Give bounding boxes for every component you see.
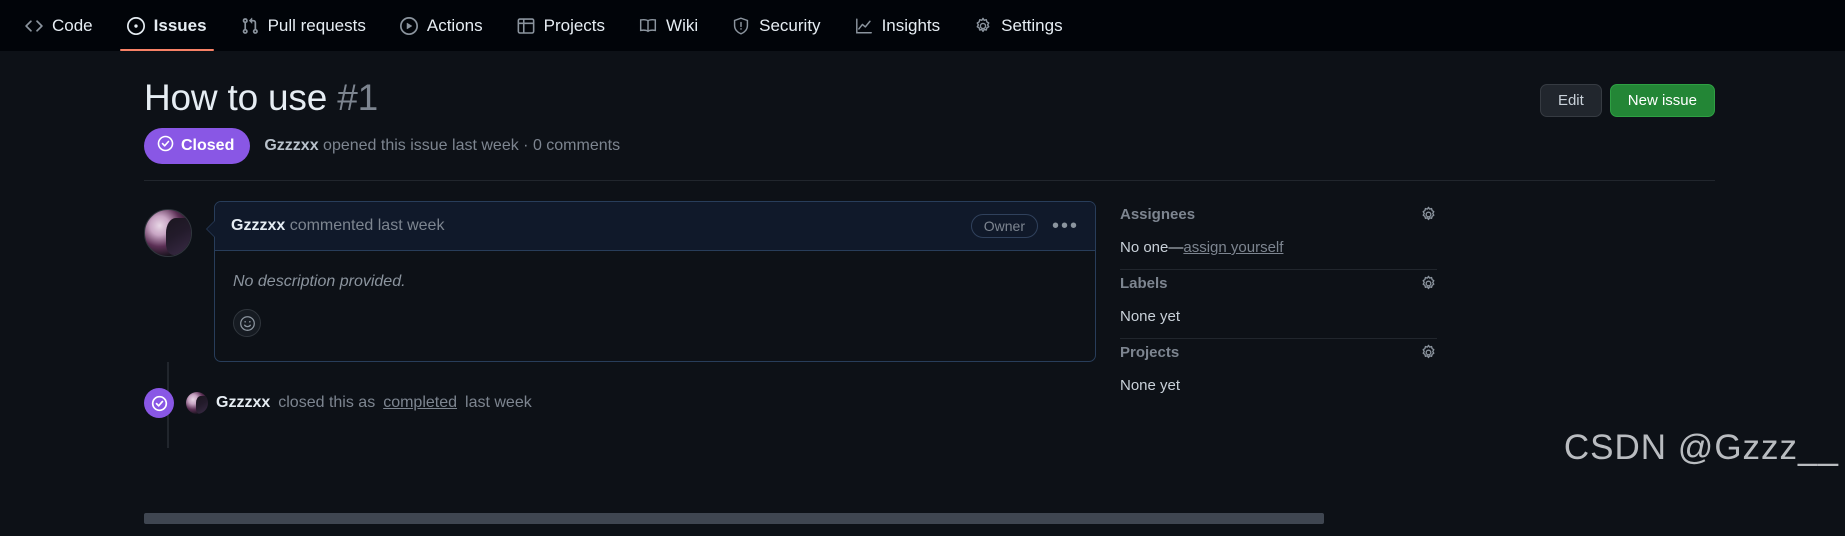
comment-body: No description provided. [215,251,1095,361]
issue-content: How to use #1 Edit New issue Closed Gzzz… [0,51,1845,536]
nav-item-label: Pull requests [267,15,366,35]
comment-action: commented last week [289,217,445,234]
nav-item-actions[interactable]: Actions [385,0,498,51]
sidebar-section-assignees: Assignees No one—assign yourself [1120,201,1437,269]
assignees-none-text: No one— [1120,239,1184,256]
nav-item-label: Code [52,15,93,35]
issue-title-text: How to use [144,77,328,118]
smiley-icon[interactable] [233,309,261,337]
title-actions: Edit New issue [1539,84,1715,117]
nav-item-label: Security [759,15,821,35]
play-icon [399,16,418,35]
nav-item-label: Actions [426,15,483,35]
comment-thread: Gzzzxx commented last week Owner ••• No … [144,201,1096,362]
graph-icon [855,17,873,35]
issue-sidebar: Assignees No one—assign yourself Labels [1120,201,1437,407]
page-title: How to use #1 [144,76,378,120]
sidebar-section-projects: Projects None yet [1120,339,1437,407]
owner-badge: Owner [970,214,1038,238]
code-icon [25,17,43,35]
status-badge-label: Closed [181,137,235,154]
comment-text: No description provided. [233,273,406,290]
new-issue-button[interactable]: New issue [1609,84,1715,117]
gear-icon[interactable] [1420,275,1437,292]
issue-closed-icon [157,135,174,157]
timeline-completed-link[interactable]: completed [383,394,457,412]
nav-item-projects[interactable]: Projects [502,0,620,51]
nav-item-wiki[interactable]: Wiki [624,0,713,51]
timeline-text-after: last week [465,394,532,411]
issue-state-row: Closed Gzzzxx opened this issue last wee… [144,128,620,164]
issue-number: #1 [337,77,378,118]
issue-meta: Gzzzxx opened this issue last week · 0 c… [264,137,620,155]
header-divider [144,180,1715,181]
gear-icon[interactable] [1420,206,1437,223]
horizontal-scrollbar[interactable] [144,513,1324,524]
comment-header-actions: Owner ••• [970,214,1079,238]
nav-item-code[interactable]: Code [10,0,108,51]
github-issue-page: Code Issues Pull requests Actions Projec [0,0,1845,536]
timeline-author: Gzzzxx [216,394,271,411]
sidebar-assignees-value: No one—assign yourself [1120,239,1437,256]
nav-item-label: Insights [881,15,941,35]
comment-box: Gzzzxx commented last week Owner ••• No … [206,201,1096,362]
nav-item-label: Settings [1001,15,1063,35]
issue-meta-rest: opened this issue last week · 0 comments [323,137,621,154]
sidebar-section-labels: Labels None yet [1120,270,1437,338]
status-badge[interactable]: Closed [144,128,251,164]
sidebar-projects-value: None yet [1120,377,1181,394]
sidebar-labels-value: None yet [1120,308,1181,325]
nav-item-insights[interactable]: Insights [840,0,956,51]
sidebar-section-title: Assignees [1120,206,1196,223]
git-pull-request-icon [241,17,259,35]
sidebar-section-header: Labels [1120,275,1437,292]
watermark: CSDN @Gzzz__ [1563,428,1839,467]
issue-author: Gzzzxx [264,137,319,154]
nav-item-settings[interactable]: Settings [959,0,1077,51]
timeline-event-closed: Gzzzxx closed this as completed last wee… [144,388,1096,418]
nav-item-security[interactable]: Security [717,0,835,51]
book-icon [639,17,657,35]
issue-main-column: Gzzzxx commented last week Owner ••• No … [144,201,1096,448]
nav-item-issues[interactable]: Issues [112,0,222,51]
table-icon [517,17,535,35]
comment-menu-button[interactable]: ••• [1052,216,1079,236]
shield-icon [732,16,750,35]
comment-author-line: Gzzzxx commented last week [231,217,444,235]
sidebar-section-header: Assignees [1120,206,1437,223]
comment-header: Gzzzxx commented last week Owner ••• [215,202,1095,251]
sidebar-section-title: Projects [1120,344,1180,361]
scrollbar-thumb[interactable] [144,513,1324,524]
gear-icon[interactable] [1420,344,1437,361]
gear-icon [974,17,992,35]
issue-opened-icon [126,16,145,35]
sidebar-section-header: Projects [1120,344,1437,361]
nav-item-label: Issues [153,15,207,35]
repository-nav: Code Issues Pull requests Actions Projec [0,0,1845,51]
nav-item-label: Projects [543,15,606,35]
avatar[interactable] [186,392,208,414]
comment-author: Gzzzxx [231,217,286,234]
assign-yourself-link[interactable]: assign yourself [1183,239,1283,256]
check-circle-icon [144,388,174,418]
nav-item-label: Wiki [666,15,699,35]
timeline-text-before: closed this as [278,394,376,411]
sidebar-section-title: Labels [1120,275,1168,292]
edit-button[interactable]: Edit [1539,84,1602,117]
nav-item-pull-requests[interactable]: Pull requests [226,0,381,51]
issue-timeline: Gzzzxx closed this as completed last wee… [144,362,1096,448]
timeline-event-text: Gzzzxx closed this as completed last wee… [186,392,532,414]
issue-title-row: How to use #1 Edit New issue [144,76,1715,120]
avatar[interactable] [144,209,192,257]
